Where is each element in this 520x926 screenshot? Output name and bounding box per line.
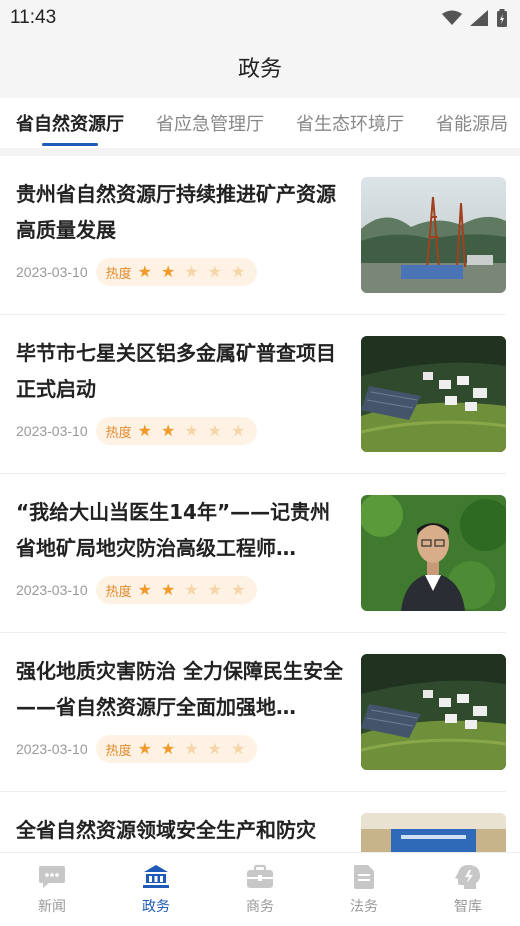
government-building-icon (143, 864, 169, 888)
list-item[interactable]: 全省自然资源领域安全生产和防灾 (0, 792, 506, 852)
heat-stars: ★ ★ ★ ★ ★ (138, 423, 246, 439)
engineer-portrait-image (361, 495, 506, 611)
article-title[interactable]: 强化地质灾害防治 全力保障民生安全——省自然资源厅全面加强地… (16, 653, 346, 725)
article-meta: 2023-03-10 热度 ★ ★ ★ ★ ★ (16, 576, 346, 604)
article-title[interactable]: 贵州省自然资源厅持续推进矿产资源高质量发展 (16, 176, 346, 248)
article-text: “我给大山当医生14年”——记贵州省地矿局地灾防治高级工程师… 2023-03-… (16, 494, 346, 604)
briefcase-icon (247, 864, 273, 888)
article-meta: 2023-03-10 热度 ★ ★ ★ ★ ★ (16, 735, 346, 763)
brain-icon (455, 864, 480, 889)
category-tabs: 省自然资源厅 省应急管理厅 省生态环境厅 省能源局 (0, 98, 520, 148)
status-time: 11:43 (10, 7, 57, 28)
heat-stars: ★ ★ ★ ★ ★ (138, 582, 246, 598)
star-filled-icon: ★ (160, 580, 176, 599)
tabbar-label: 法务 (350, 898, 378, 915)
star-empty-icon: ★ (207, 262, 223, 281)
star-filled-icon: ★ (160, 739, 176, 758)
article-thumbnail[interactable] (361, 336, 506, 452)
star-filled-icon: ★ (137, 421, 152, 440)
divider (0, 148, 520, 156)
tabbar-item-legal[interactable]: 法务 (312, 853, 416, 926)
star-empty-icon: ★ (231, 262, 246, 281)
meeting-room-image (361, 813, 506, 852)
header: 政务 (0, 36, 520, 98)
village-aerial-image (361, 336, 506, 452)
article-thumbnail[interactable] (361, 654, 506, 770)
heat-stars: ★ ★ ★ ★ ★ (138, 741, 246, 757)
tab-shengtai-huanjing[interactable]: 省生态环境厅 (296, 98, 404, 148)
heat-badge: 热度 ★ ★ ★ ★ ★ (95, 576, 258, 604)
star-filled-icon: ★ (160, 262, 176, 281)
heat-label: 热度 (105, 743, 132, 759)
tab-yingji-guanli[interactable]: 省应急管理厅 (156, 98, 264, 148)
document-icon (354, 864, 374, 889)
status-bar: 11:43 (0, 0, 520, 36)
star-empty-icon: ★ (207, 739, 223, 758)
article-list: 贵州省自然资源厅持续推进矿产资源高质量发展 2023-03-10 热度 ★ ★ ★ ★… (0, 156, 520, 852)
article-text: 强化地质灾害防治 全力保障民生安全——省自然资源厅全面加强地… 2023-03-… (16, 653, 346, 763)
star-empty-icon: ★ (231, 739, 246, 758)
star-empty-icon: ★ (184, 739, 199, 758)
heat-badge: 热度 ★ ★ ★ ★ ★ (95, 417, 258, 445)
tab-nengyuan[interactable]: 省能源局 (436, 98, 508, 148)
tabbar-label: 商务 (246, 898, 274, 915)
tabbar-item-news[interactable]: 新闻 (0, 853, 104, 926)
tab-zirán-ziyuan[interactable]: 省自然资源厅 (16, 98, 124, 148)
star-empty-icon: ★ (184, 262, 199, 281)
article-title[interactable]: 全省自然资源领域安全生产和防灾 (16, 812, 346, 852)
article-thumbnail[interactable] (361, 813, 506, 852)
star-filled-icon: ★ (137, 739, 152, 758)
heat-label: 热度 (105, 584, 132, 600)
star-filled-icon: ★ (137, 580, 152, 599)
tabbar-label: 智库 (454, 898, 482, 915)
tabbar-label: 新闻 (38, 898, 66, 915)
article-thumbnail[interactable] (361, 177, 506, 293)
tabbar-label: 政务 (142, 898, 170, 915)
signal-icon (470, 10, 488, 26)
star-empty-icon: ★ (207, 580, 223, 599)
article-title[interactable]: 毕节市七星关区铝多金属矿普查项目正式启动 (16, 335, 346, 407)
article-text: 全省自然资源领域安全生产和防灾 (16, 812, 346, 852)
star-empty-icon: ★ (207, 421, 223, 440)
star-empty-icon: ★ (184, 421, 199, 440)
article-meta: 2023-03-10 热度 ★ ★ ★ ★ ★ (16, 417, 346, 445)
page-title: 政务 (237, 57, 282, 82)
article-date: 2023-03-10 (16, 741, 88, 757)
battery-icon (497, 9, 507, 27)
heat-label: 热度 (105, 425, 132, 441)
star-filled-icon: ★ (137, 262, 152, 281)
article-date: 2023-03-10 (16, 582, 88, 598)
heat-badge: 热度 ★ ★ ★ ★ ★ (95, 735, 258, 763)
heat-label: 热度 (105, 266, 132, 282)
tabbar-item-think-tank[interactable]: 智库 (416, 853, 520, 926)
list-item[interactable]: “我给大山当医生14年”——记贵州省地矿局地灾防治高级工程师… 2023-03-… (0, 474, 506, 633)
list-item[interactable]: 强化地质灾害防治 全力保障民生安全——省自然资源厅全面加强地… 2023-03-… (0, 633, 506, 792)
drilling-rig-image (361, 177, 506, 293)
wifi-icon (442, 10, 462, 25)
status-icons (442, 9, 508, 27)
star-empty-icon: ★ (231, 580, 246, 599)
tabbar-item-government[interactable]: 政务 (104, 853, 208, 926)
article-text: 贵州省自然资源厅持续推进矿产资源高质量发展 2023-03-10 热度 ★ ★ ★ ★… (16, 176, 346, 286)
star-empty-icon: ★ (231, 421, 246, 440)
article-thumbnail[interactable] (361, 495, 506, 611)
list-item[interactable]: 贵州省自然资源厅持续推进矿产资源高质量发展 2023-03-10 热度 ★ ★ ★ ★… (0, 156, 506, 315)
article-text: 毕节市七星关区铝多金属矿普查项目正式启动 2023-03-10 热度 ★ ★ ★ ★ ★ (16, 335, 346, 445)
tabbar-item-business[interactable]: 商务 (208, 853, 312, 926)
heat-stars: ★ ★ ★ ★ ★ (138, 264, 246, 280)
star-empty-icon: ★ (184, 580, 199, 599)
village-aerial-image (361, 654, 506, 770)
list-item[interactable]: 毕节市七星关区铝多金属矿普查项目正式启动 2023-03-10 热度 ★ ★ ★ ★ ★ (0, 315, 506, 474)
bottom-tabbar: 新闻 政务 商务 法务 智库 (0, 852, 520, 926)
article-date: 2023-03-10 (16, 264, 88, 280)
star-filled-icon: ★ (160, 421, 176, 440)
article-date: 2023-03-10 (16, 423, 88, 439)
article-title[interactable]: “我给大山当医生14年”——记贵州省地矿局地灾防治高级工程师… (16, 494, 346, 566)
heat-badge: 热度 ★ ★ ★ ★ ★ (95, 258, 258, 286)
article-meta: 2023-03-10 热度 ★ ★ ★ ★ ★ (16, 258, 346, 286)
chat-icon (39, 865, 65, 888)
